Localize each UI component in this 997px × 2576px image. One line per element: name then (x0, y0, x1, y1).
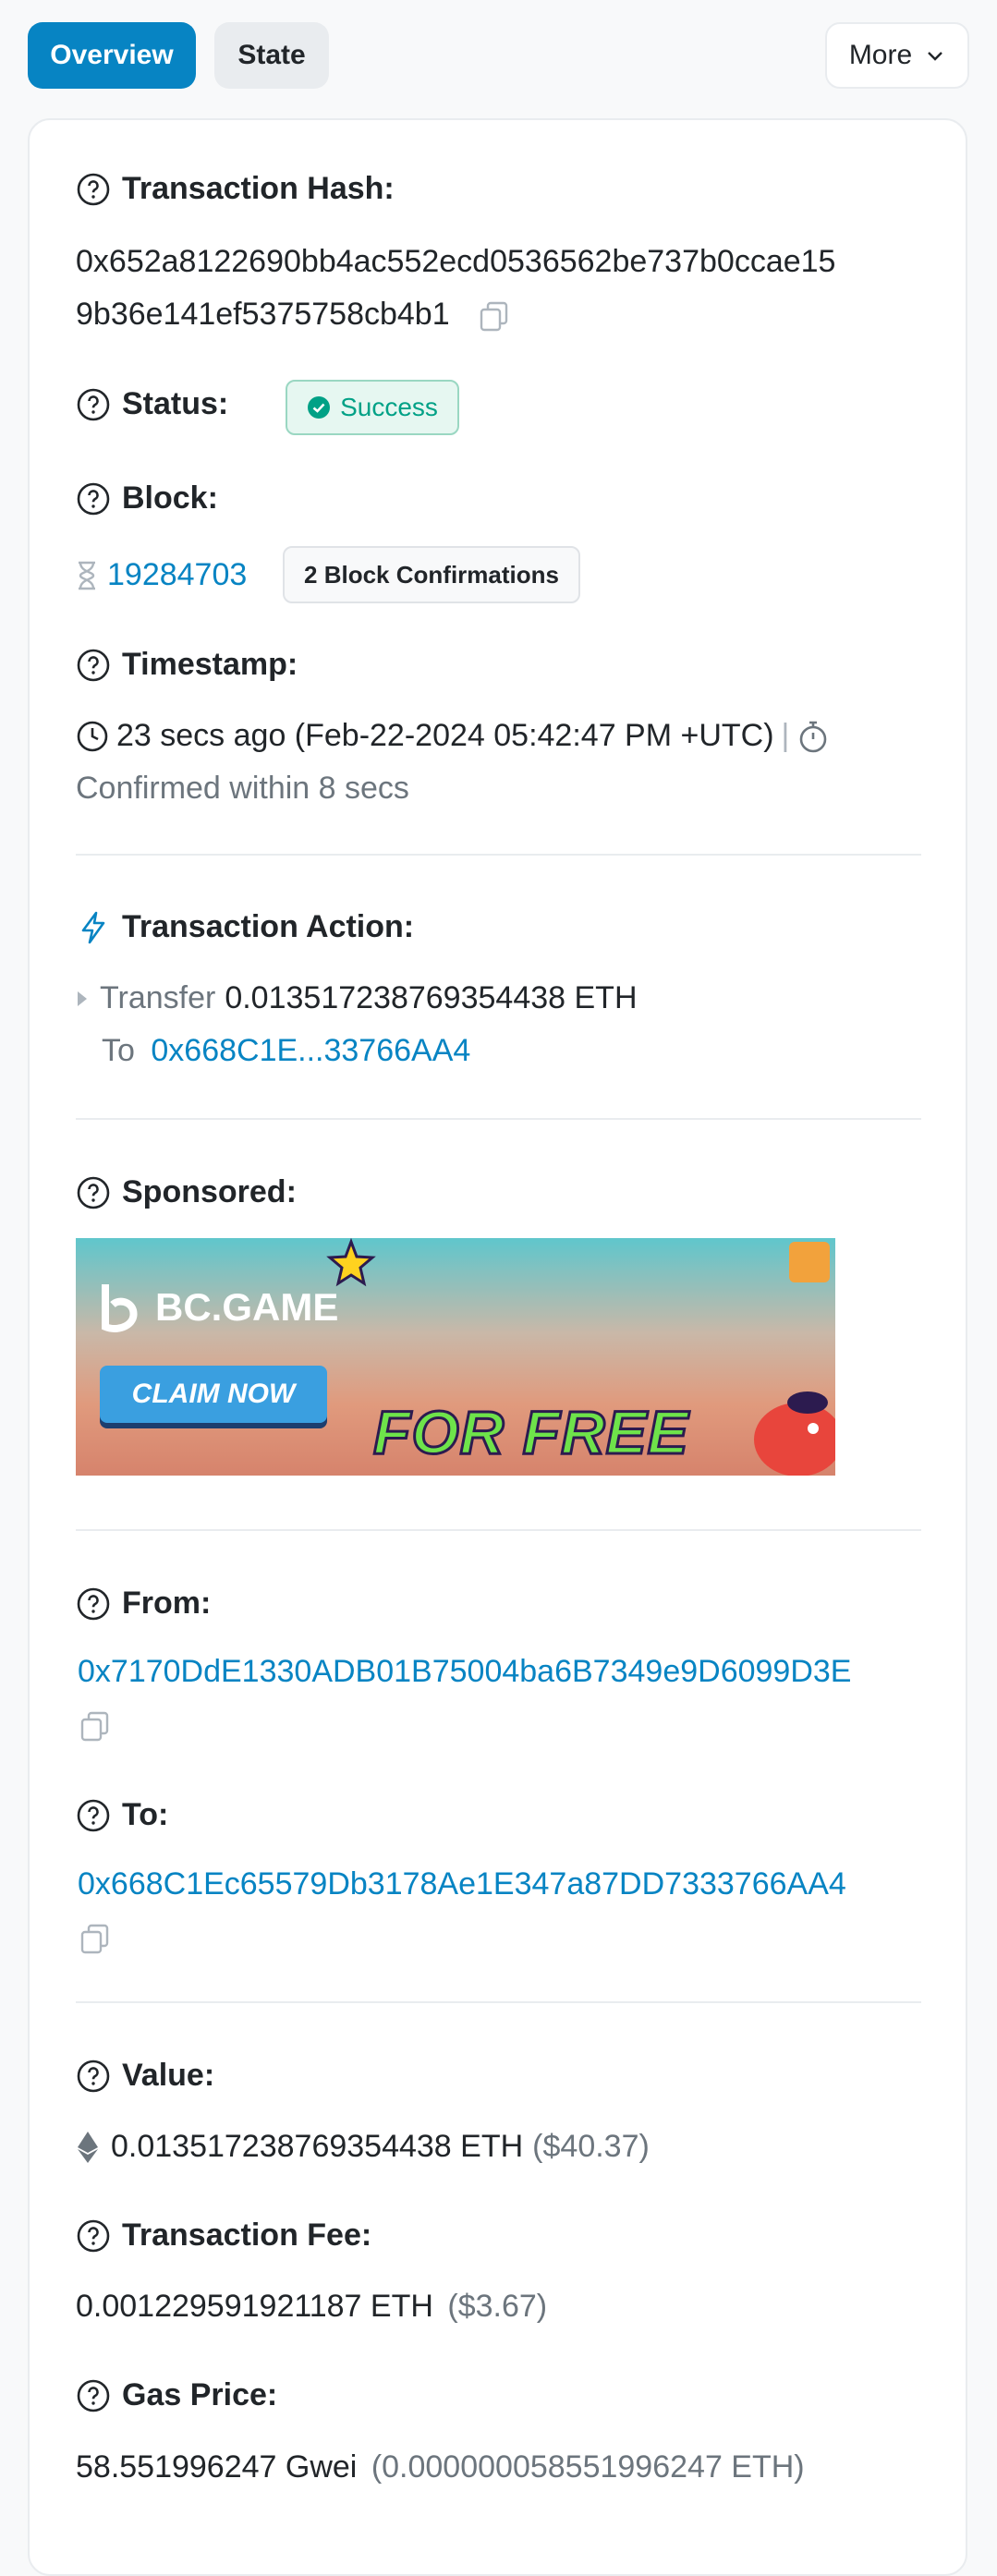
copy-icon[interactable] (477, 298, 512, 334)
block-confirmations-badge: 2 Block Confirmations (283, 546, 580, 603)
ad-logo: BC.GAME (96, 1281, 338, 1334)
caret-right-icon (78, 990, 87, 1006)
question-circle-icon[interactable] (76, 1798, 111, 1833)
transaction-action-label: Transaction Action: (76, 909, 414, 945)
ad-free-text: FOR FREE (372, 1397, 690, 1468)
block-number-link[interactable]: 19284703 (107, 549, 247, 601)
stopwatch-icon (800, 721, 827, 752)
status-badge: Success (286, 380, 459, 435)
tab-overview[interactable]: Overview (28, 22, 196, 89)
ad-chest-graphic (789, 1242, 830, 1282)
question-circle-icon[interactable] (76, 2378, 111, 2413)
divider (76, 854, 921, 856)
gas-price-value: 58.551996247 Gwei (0.000000058551996247 … (76, 2449, 805, 2485)
question-circle-icon[interactable] (76, 1175, 111, 1210)
copy-icon[interactable] (78, 1921, 113, 1956)
status-label: Status: (76, 386, 228, 422)
more-dropdown[interactable]: More (825, 22, 969, 89)
question-circle-icon[interactable] (76, 2218, 111, 2254)
transaction-fee-value: 0.001229591921187 ETH ($3.67) (76, 2289, 548, 2324)
action-to-address-link[interactable]: 0x668C1E...33766AA4 (151, 1033, 470, 1068)
to-label: To: (76, 1797, 168, 1833)
divider (76, 1529, 921, 1531)
transaction-hash-value: 0x652a8122690bb4ac552ecd0536562be737b0cc… (76, 236, 835, 341)
to-address-link[interactable]: 0x668C1Ec65579Db3178Ae1E347a87DD7333766A… (78, 1858, 846, 1911)
ethereum-icon (78, 2131, 98, 2163)
clock-icon (77, 721, 108, 751)
transaction-fee-label: Transaction Fee: (76, 2218, 371, 2254)
timestamp-value: 23 secs ago (Feb-22-2024 05:42:47 PM +UT… (76, 710, 830, 815)
transaction-hash-label: Transaction Hash: (76, 171, 395, 207)
hourglass-icon (79, 561, 95, 589)
question-circle-icon[interactable] (76, 1586, 111, 1622)
check-circle-icon (308, 396, 331, 419)
tab-bar: Overview State More (28, 22, 969, 91)
more-label: More (848, 40, 913, 70)
bc-logo-icon (102, 1284, 138, 1332)
ad-claim-button: CLAIM NOW (100, 1366, 327, 1423)
question-circle-icon[interactable] (76, 481, 111, 516)
question-circle-icon[interactable] (76, 2059, 111, 2094)
divider (76, 1118, 921, 1120)
from-value: 0x7170DdE1330ADB01B75004ba6B7349e9D6099D… (78, 1646, 851, 1751)
question-circle-icon[interactable] (76, 387, 111, 422)
to-value: 0x668C1Ec65579Db3178Ae1E347a87DD7333766A… (78, 1858, 846, 1963)
sponsored-ad-banner[interactable]: BC.GAME CLAIM NOW FOR FREE (76, 1238, 835, 1476)
transaction-action-value: Transfer 0.013517238769354438 ETH To 0x6… (76, 972, 638, 1077)
ad-character-graphic (754, 1391, 835, 1476)
from-label: From: (76, 1586, 211, 1622)
question-circle-icon[interactable] (76, 648, 111, 683)
gas-price-label: Gas Price: (76, 2377, 277, 2413)
copy-icon[interactable] (78, 1708, 113, 1744)
lightning-icon (81, 911, 105, 943)
value-label: Value: (76, 2058, 214, 2094)
divider (76, 2001, 921, 2003)
block-label: Block: (76, 480, 218, 516)
from-address-link[interactable]: 0x7170DdE1330ADB01B75004ba6B7349e9D6099D… (78, 1646, 851, 1698)
chevron-down-icon (928, 52, 943, 61)
block-row: 19284703 (76, 549, 247, 601)
sponsored-label: Sponsored: (76, 1174, 297, 1210)
tab-state[interactable]: State (214, 22, 329, 89)
timestamp-label: Timestamp: (76, 647, 298, 683)
value-amount: 0.013517238769354438 ETH ($40.37) (76, 2120, 650, 2173)
question-circle-icon[interactable] (76, 172, 111, 207)
